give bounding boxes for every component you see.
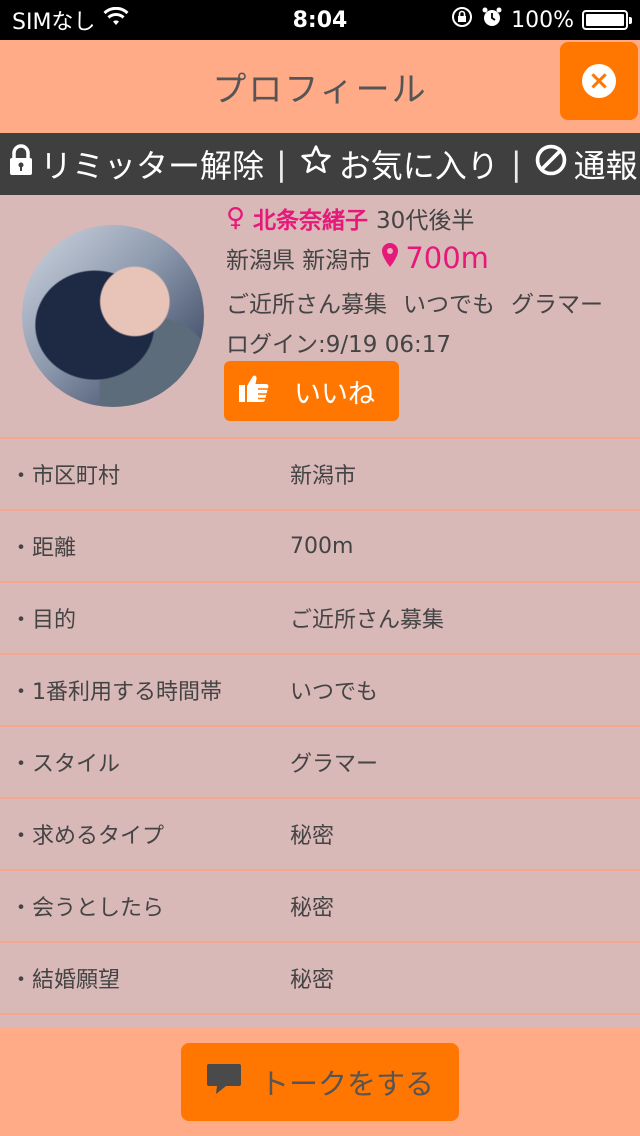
like-label: いいね — [294, 378, 375, 410]
status-bar: SIMなし 8:04 100% — [0, 0, 640, 40]
detail-row-meeting: 会うとしたら 秘密 — [0, 869, 640, 941]
detail-row-preferred-type: 求めるタイプ 秘密 — [0, 797, 640, 869]
tag-purpose: ご近所さん募集 — [226, 292, 387, 318]
favorite-button[interactable]: お気に入り — [291, 141, 507, 187]
battery-percent: 100% — [511, 7, 574, 33]
detail-row-marriage: 結婚願望 秘密 — [0, 941, 640, 1013]
tag-style: グラマー — [511, 292, 603, 318]
detail-row-time: 1番利用する時間帯 いつでも — [0, 653, 640, 725]
like-button[interactable]: いいね — [224, 361, 399, 421]
detail-row-purpose: 目的 ご近所さん募集 — [0, 581, 640, 653]
talk-label: トークをする — [259, 1067, 434, 1101]
carrier-label: SIMなし — [12, 10, 96, 35]
detail-label: 結婚願望 — [0, 962, 290, 994]
user-age: 30代後半 — [376, 208, 475, 234]
limiter-release-button[interactable]: リミッター解除 — [0, 141, 272, 187]
detail-label: 求めるタイプ — [0, 818, 290, 850]
star-icon — [299, 143, 333, 185]
wifi-icon — [103, 6, 129, 33]
rotation-lock-icon — [451, 6, 473, 34]
user-location: 新潟県 新潟市 — [226, 248, 372, 274]
lock-icon — [8, 144, 34, 184]
page-title: プロフィール — [212, 70, 428, 110]
female-icon: ♀ — [226, 203, 246, 233]
profile-details: 市区町村 新潟市 距離 700m 目的 ご近所さん募集 1番利用する時間帯 いつ… — [0, 437, 640, 1085]
prohibited-icon — [534, 143, 568, 185]
detail-value: 700m — [290, 533, 354, 559]
talk-button[interactable]: トークをする — [181, 1043, 459, 1121]
divider: | — [276, 145, 287, 183]
detail-value: グラマー — [290, 752, 379, 777]
last-login: ログイン:9/19 06:17 — [226, 332, 451, 358]
header: プロフィール × — [0, 40, 640, 133]
detail-label: 1番利用する時間帯 — [0, 674, 290, 706]
profile-card: ♀ 北条奈緒子 30代後半 新潟県 新潟市 700m ご近所さん募集 いつでも … — [0, 195, 640, 435]
detail-label: 会うとしたら — [0, 890, 290, 922]
detail-label: 距離 — [0, 530, 290, 562]
favorite-label: お気に入り — [338, 147, 499, 185]
close-button[interactable]: × — [560, 42, 638, 120]
detail-value: 秘密 — [290, 896, 335, 921]
bottom-bar: トークをする — [0, 1028, 640, 1136]
map-pin-icon — [381, 241, 399, 275]
detail-label: 目的 — [0, 602, 290, 634]
alarm-icon — [481, 6, 503, 34]
divider: | — [510, 145, 522, 183]
detail-label: 市区町村 — [0, 458, 290, 490]
report-label: 通報 — [573, 147, 638, 185]
detail-value: 秘密 — [290, 824, 335, 849]
battery-fill — [586, 14, 624, 26]
chat-bubble-icon — [206, 1062, 242, 1103]
report-button[interactable]: 通報 — [526, 141, 640, 187]
avatar[interactable] — [22, 225, 204, 407]
detail-row-city: 市区町村 新潟市 — [0, 437, 640, 509]
detail-value: 新潟市 — [290, 464, 357, 489]
detail-value: いつでも — [290, 680, 379, 705]
detail-row-distance: 距離 700m — [0, 509, 640, 581]
detail-value: ご近所さん募集 — [290, 608, 445, 633]
battery-icon — [582, 10, 632, 30]
thumbs-up-icon — [238, 373, 270, 410]
tag-list: ご近所さん募集 いつでも グラマー — [226, 285, 603, 319]
close-icon: × — [582, 64, 616, 98]
tag-time: いつでも — [403, 292, 495, 318]
detail-value: 秘密 — [290, 968, 335, 993]
user-distance: 700m — [405, 241, 489, 275]
user-name: 北条奈緒子 — [253, 208, 369, 234]
action-bar: リミッター解除 | お気に入り | 通報 — [0, 133, 640, 195]
detail-row-style: スタイル グラマー — [0, 725, 640, 797]
limiter-release-label: リミッター解除 — [40, 147, 265, 185]
detail-label: スタイル — [0, 746, 290, 778]
